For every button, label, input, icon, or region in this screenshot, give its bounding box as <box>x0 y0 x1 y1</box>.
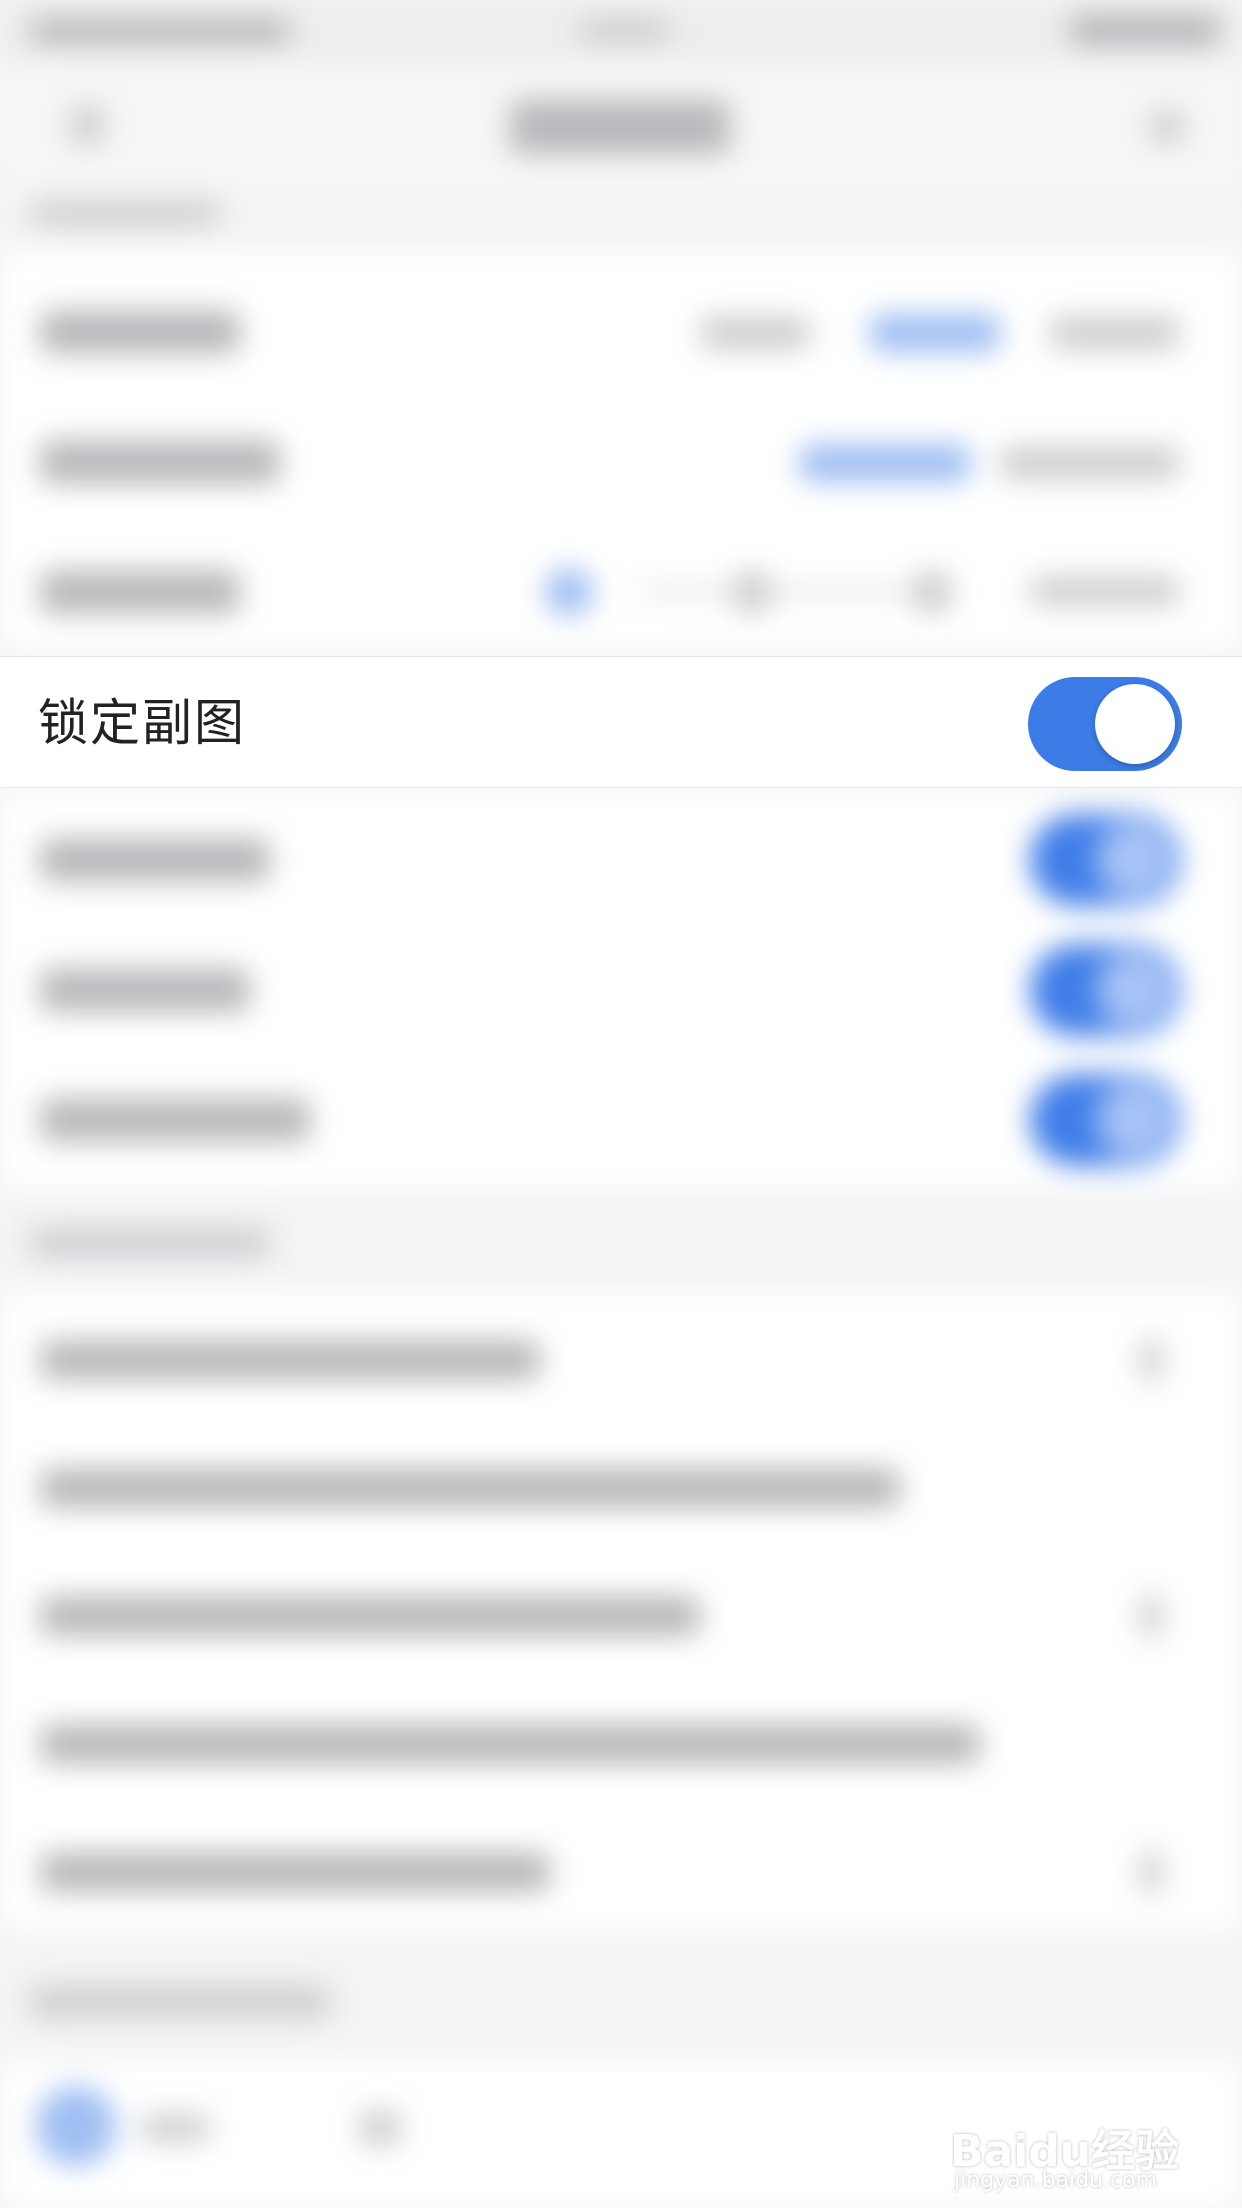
list-section <box>0 1290 1242 1930</box>
section-header <box>30 1986 330 2018</box>
baidu-jingyan-watermark: Baidu经验 jingyan.baidu.com <box>950 2075 1190 2193</box>
blurred-background-content <box>0 0 1242 2208</box>
status-bar <box>0 0 1242 60</box>
settings-rows-lower <box>0 790 1242 1190</box>
toggle-knob <box>1095 684 1175 764</box>
watermark-url: jingyan.baidu.com <box>954 2168 1158 2193</box>
lock-subchart-label: 锁定副图 <box>38 694 246 752</box>
nav-bar <box>0 60 1242 190</box>
section-header <box>30 200 220 226</box>
lock-subchart-toggle[interactable] <box>1028 677 1182 771</box>
section-header <box>30 1228 270 1258</box>
paw-logo-icon <box>1060 2075 1110 2101</box>
settings-row <box>0 250 1242 650</box>
lock-subchart-row: 锁定副图 <box>0 656 1242 788</box>
